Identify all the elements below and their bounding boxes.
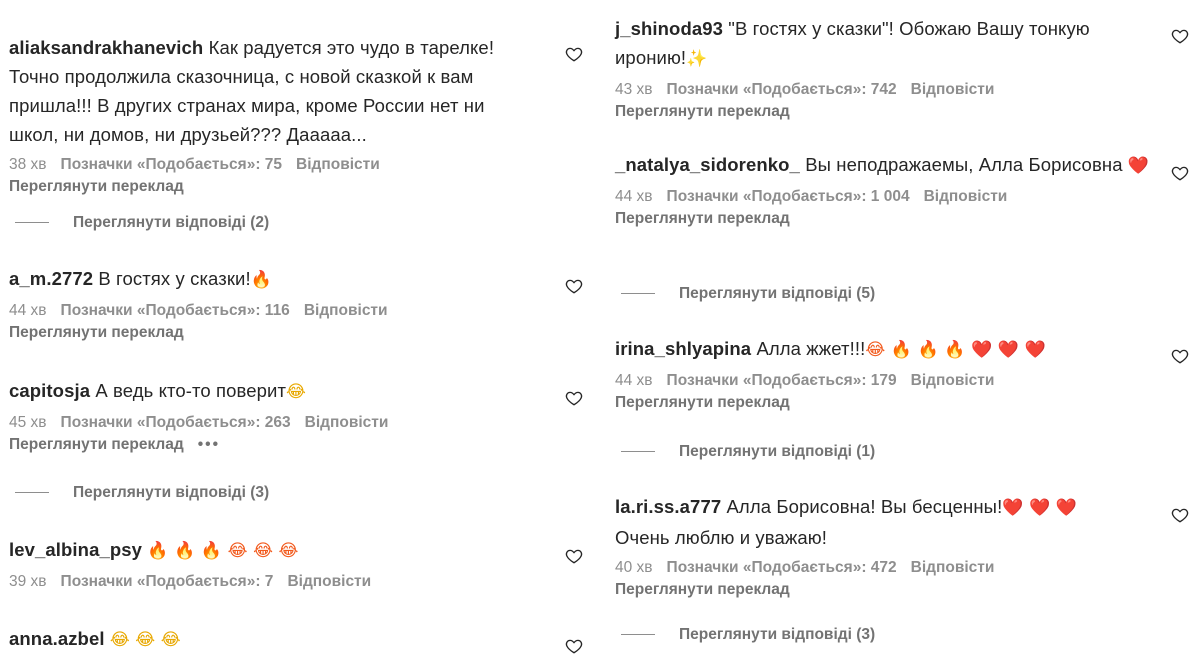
- comment-item: lev_albina_psy 🔥 🔥 🔥 😂 😂 😂 39 хв Позначки…: [9, 535, 569, 593]
- heart-outline-icon[interactable]: [565, 45, 583, 63]
- comment-likes[interactable]: Позначки «Подобається»: 75: [61, 156, 283, 173]
- view-translation-button[interactable]: Переглянути переклад: [9, 322, 569, 344]
- reply-button[interactable]: Відповісти: [296, 156, 380, 173]
- emoji-sequence: 😂 🔥 🔥 🔥 ❤️ ❤️ ❤️: [865, 340, 1046, 360]
- view-translation-button[interactable]: Переглянути переклад: [9, 436, 184, 453]
- heart-outline-icon[interactable]: [565, 547, 583, 565]
- comment-item: a_m.2772 В гостях у сказки!🔥 44 хв Познач…: [9, 264, 569, 344]
- comment-time[interactable]: 45 хв: [9, 414, 47, 431]
- comment-username[interactable]: capitosja: [9, 380, 90, 401]
- comment-username[interactable]: irina_shlyapina: [615, 338, 751, 359]
- comment-username[interactable]: a_m.2772: [9, 268, 93, 289]
- comment-time[interactable]: 40 хв: [615, 559, 653, 576]
- heart-outline-icon[interactable]: [565, 277, 583, 295]
- comments-column-right: j_shinoda93 "В гостях у сказки"! Обожаю …: [600, 0, 1200, 660]
- comment-meta: 40 хв Позначки «Подобається»: 472 Відповіс…: [615, 557, 1145, 579]
- comment-item: anna.azbel 😂 😂 😂: [9, 624, 569, 655]
- replies-divider: [621, 293, 655, 295]
- comment-text: Вы неподражаемы, Алла Борисовна: [805, 154, 1123, 175]
- hearts-emoji: ❤️ ❤️ ❤️: [1002, 498, 1078, 518]
- comment-item: capitosja А ведь кто-то поверит😂 45 хв По…: [9, 376, 569, 456]
- comment-username[interactable]: anna.azbel: [9, 628, 105, 649]
- reply-button[interactable]: Відповісти: [304, 302, 388, 319]
- comment-meta: 44 хв Позначки «Подобається»: 179 Відповіс…: [615, 370, 1175, 392]
- more-options-icon[interactable]: •••: [198, 434, 220, 456]
- comment-time[interactable]: 44 хв: [615, 188, 653, 205]
- comment-username[interactable]: lev_albina_psy: [9, 539, 142, 560]
- comment-likes[interactable]: Позначки «Подобається»: 179: [667, 372, 897, 389]
- comment-username[interactable]: j_shinoda93: [615, 18, 723, 39]
- comment-item: irina_shlyapina Алла жжет!!!😂 🔥 🔥 🔥 ❤️ ❤…: [615, 334, 1175, 414]
- comment-text: Алла Борисовна! Вы бесценны!: [726, 496, 1003, 517]
- comment-username[interactable]: la.ri.ss.a777: [615, 496, 721, 517]
- reply-button[interactable]: Відповісти: [924, 188, 1008, 205]
- comment-likes[interactable]: Позначки «Подобається»: 1 004: [667, 188, 910, 205]
- comment-text: В гостях у сказки!: [98, 268, 251, 289]
- comment-likes[interactable]: Позначки «Подобається»: 263: [61, 414, 291, 431]
- comment-item: j_shinoda93 "В гостях у сказки"! Обожаю …: [615, 14, 1145, 123]
- comment-likes[interactable]: Позначки «Подобається»: 116: [61, 302, 290, 319]
- comment-time[interactable]: 44 хв: [615, 372, 653, 389]
- heart-outline-icon[interactable]: [1171, 506, 1189, 524]
- view-translation-button[interactable]: Переглянути переклад: [615, 101, 1145, 123]
- view-replies-button[interactable]: Переглянути відповіді (5): [621, 283, 875, 305]
- comment-meta: 44 хв Позначки «Подобається»: 1 004 Відпов…: [615, 186, 1160, 208]
- fire-emoji: 🔥: [250, 270, 272, 290]
- view-replies-button[interactable]: Переглянути відповіді (2): [15, 212, 269, 234]
- comment-meta: 45 хв Позначки «Подобається»: 263 Відповіс…: [9, 412, 569, 434]
- comment-username[interactable]: aliaksandrakhanevich: [9, 37, 203, 58]
- emoji-sequence: 🔥 🔥 🔥 😂 😂 😂: [147, 541, 299, 561]
- comment-time[interactable]: 39 хв: [9, 573, 47, 590]
- view-replies-button[interactable]: Переглянути відповіді (3): [15, 482, 269, 504]
- reply-button[interactable]: Відповісти: [911, 81, 995, 98]
- heart-outline-icon[interactable]: [1171, 164, 1189, 182]
- comment-item: aliaksandrakhanevich Как радуется это чу…: [9, 33, 529, 198]
- comment-meta: 38 хв Позначки «Подобається»: 75 Відповіст…: [9, 154, 529, 176]
- view-translation-button[interactable]: Переглянути переклад: [9, 176, 529, 198]
- view-replies-button[interactable]: Переглянути відповіді (1): [621, 441, 875, 463]
- view-translation-button[interactable]: Переглянути переклад: [615, 392, 1175, 414]
- heart-emoji: ❤️: [1127, 156, 1150, 176]
- comment-likes[interactable]: Позначки «Подобається»: 742: [667, 81, 897, 98]
- comment-time[interactable]: 38 хв: [9, 156, 47, 173]
- comment-time[interactable]: 43 хв: [615, 81, 653, 98]
- comments-column-left: aliaksandrakhanevich Как радуется это чу…: [0, 0, 600, 660]
- heart-outline-icon[interactable]: [1171, 27, 1189, 45]
- reply-button[interactable]: Відповісти: [287, 573, 371, 590]
- comment-text: А ведь кто-то поверит: [95, 380, 287, 401]
- comment-item: la.ri.ss.a777 Алла Борисовна! Вы бесценн…: [615, 492, 1145, 601]
- replies-divider: [15, 222, 49, 224]
- view-translation-button[interactable]: Переглянути переклад: [615, 579, 1145, 601]
- replies-divider: [621, 451, 655, 453]
- replies-divider: [621, 634, 655, 636]
- comment-text-line2: Очень люблю и уважаю!: [615, 527, 827, 548]
- comment-username[interactable]: _natalya_sidorenko_: [615, 154, 800, 175]
- comment-meta: 44 хв Позначки «Подобається»: 116 Відповіс…: [9, 300, 569, 322]
- comment-time[interactable]: 44 хв: [9, 302, 47, 319]
- reply-button[interactable]: Відповісти: [305, 414, 389, 431]
- comment-text: Алла жжет!!!: [756, 338, 866, 359]
- comment-meta: 39 хв Позначки «Подобається»: 7 Відповісти: [9, 571, 569, 593]
- heart-outline-icon[interactable]: [565, 637, 583, 655]
- comment-meta: 43 хв Позначки «Подобається»: 742 Відповіс…: [615, 79, 1145, 101]
- comment-likes[interactable]: Позначки «Подобається»: 472: [667, 559, 897, 576]
- sparkles-emoji: ✨: [686, 49, 708, 69]
- view-replies-button[interactable]: Переглянути відповіді (3): [621, 624, 875, 646]
- comment-item: _natalya_sidorenko_ Вы неподражаемы, Алл…: [615, 150, 1160, 230]
- emoji-sequence: 😂 😂 😂: [109, 630, 181, 650]
- laughing-emoji: 😂: [286, 382, 307, 402]
- heart-outline-icon[interactable]: [1171, 347, 1189, 365]
- replies-divider: [15, 492, 49, 494]
- comment-likes[interactable]: Позначки «Подобається»: 7: [61, 573, 274, 590]
- heart-outline-icon[interactable]: [565, 389, 583, 407]
- reply-button[interactable]: Відповісти: [911, 559, 995, 576]
- reply-button[interactable]: Відповісти: [911, 372, 995, 389]
- view-translation-button[interactable]: Переглянути переклад: [615, 208, 1160, 230]
